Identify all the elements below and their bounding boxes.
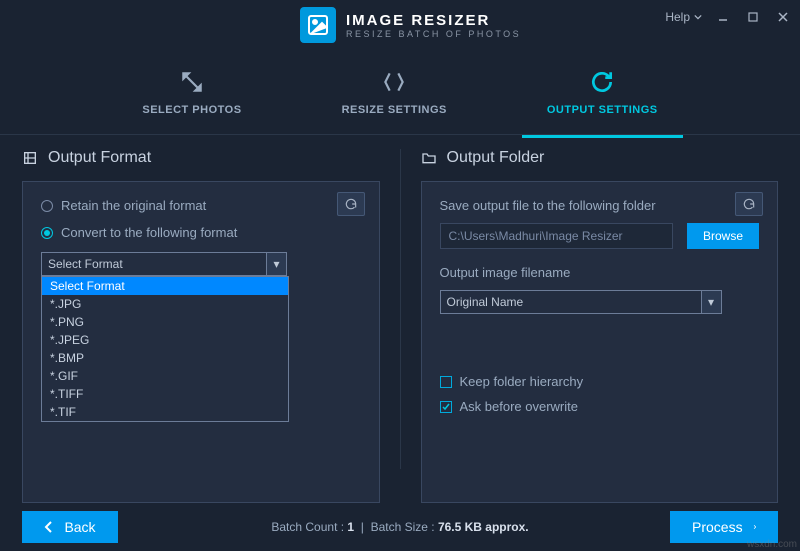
refresh-icon [587,68,617,96]
maximize-button[interactable] [744,8,762,26]
footer-bar: Back Batch Count : 1 | Batch Size : 76.5… [0,503,800,551]
checkbox-keep-hierarchy[interactable]: Keep folder hierarchy [440,374,760,389]
chevron-down-icon: ▾ [266,253,286,275]
radio-retain-format[interactable]: Retain the original format [41,198,361,213]
chevron-right-icon [753,521,756,533]
panel-title: Output Format [48,149,151,167]
reset-format-button[interactable] [337,192,365,216]
checkbox-icon [440,376,452,388]
tab-output-settings[interactable]: OUTPUT SETTINGS [522,58,683,126]
format-option[interactable]: *.JPG [42,295,288,313]
format-option[interactable]: Select Format [42,277,288,295]
tab-label: SELECT PHOTOS [142,104,241,116]
output-path-input[interactable]: C:\Users\Madhuri\Image Resizer [440,223,674,249]
chevron-down-icon [694,13,702,21]
tab-select-photos[interactable]: SELECT PHOTOS [117,58,266,126]
output-format-panel: Output Format Retain the original format… [22,149,380,503]
select-value: Original Name [447,295,524,309]
filename-select[interactable]: Original Name ▾ [440,290,722,314]
tab-label: RESIZE SETTINGS [342,104,447,116]
resize-arrows-icon [379,68,409,96]
folder-icon [421,150,437,166]
format-option[interactable]: *.PNG [42,313,288,331]
tabs-bar: SELECT PHOTOS RESIZE SETTINGS OUTPUT SET… [0,50,800,135]
app-title: IMAGE RESIZER [346,12,521,29]
vertical-divider [400,149,401,469]
format-option[interactable]: *.GIF [42,367,288,385]
chevron-down-icon: ▾ [701,291,721,313]
save-folder-label: Save output file to the following folder [440,198,760,213]
back-button[interactable]: Back [22,511,118,543]
expand-arrows-icon [177,68,207,96]
minimize-button[interactable] [714,8,732,26]
browse-button[interactable]: Browse [687,223,759,249]
output-folder-panel: Output Folder Save output file to the fo… [421,149,779,503]
checkbox-icon [440,401,452,413]
app-logo-icon [300,7,336,43]
radio-label: Retain the original format [61,198,206,213]
chevron-left-icon [44,521,54,533]
button-label: Process [692,519,743,535]
tab-resize-settings[interactable]: RESIZE SETTINGS [317,58,472,126]
watermark: wsxdn.com [744,538,800,551]
format-option[interactable]: *.JPEG [42,331,288,349]
tab-label: OUTPUT SETTINGS [547,104,658,116]
help-label: Help [665,10,690,24]
close-button[interactable] [774,8,792,26]
radio-label: Convert to the following format [61,225,237,240]
checkbox-label: Ask before overwrite [460,399,579,414]
panel-title: Output Folder [447,149,545,167]
checkbox-ask-overwrite[interactable]: Ask before overwrite [440,399,760,414]
format-option[interactable]: *.BMP [42,349,288,367]
radio-icon [41,227,53,239]
format-option[interactable]: *.TIF [42,403,288,421]
radio-icon [41,200,53,212]
reset-folder-button[interactable] [735,192,763,216]
button-label: Back [64,519,95,535]
format-dropdown: Select Format*.JPG*.PNG*.JPEG*.BMP*.GIF*… [41,276,289,422]
titlebar: IMAGE RESIZER RESIZE BATCH OF PHOTOS Hel… [0,0,800,50]
select-value: Select Format [48,257,123,271]
checkbox-label: Keep folder hierarchy [460,374,584,389]
radio-convert-format[interactable]: Convert to the following format [41,225,361,240]
format-icon [22,150,38,166]
format-select[interactable]: Select Format ▾ Select Format*.JPG*.PNG*… [41,252,287,276]
help-button[interactable]: Help [665,10,702,24]
format-option[interactable]: *.TIFF [42,385,288,403]
app-subtitle: RESIZE BATCH OF PHOTOS [346,29,521,39]
batch-status: Batch Count : 1 | Batch Size : 76.5 KB a… [271,520,528,534]
filename-label: Output image filename [440,265,760,280]
